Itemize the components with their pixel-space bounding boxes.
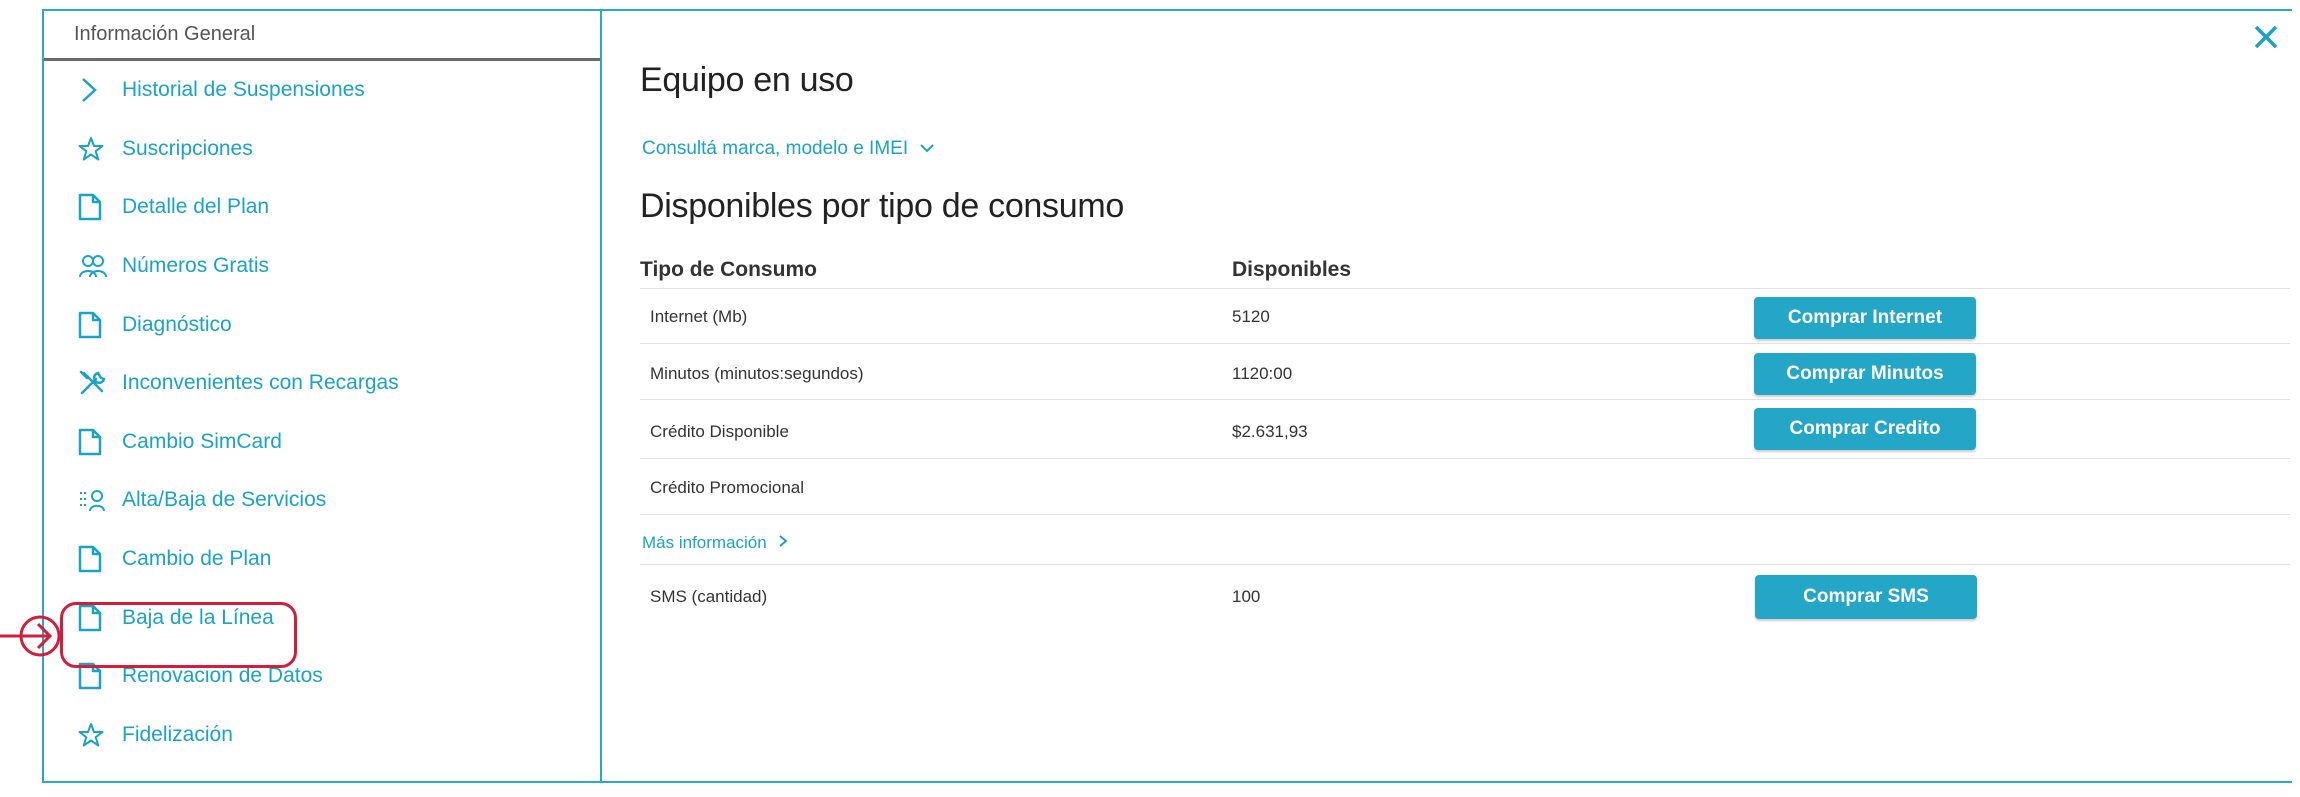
document-icon [78,310,114,340]
document-icon [78,192,114,222]
sidebar-item-label: Inconvenientes con Recargas [122,371,399,395]
sidebar-item-label: Fidelización [122,722,233,746]
table-row: SMS (cantidad) 100 Comprar SMS [640,564,2290,623]
close-icon[interactable] [2250,21,2282,53]
row-type: Minutos (minutos:segundos) [650,364,864,383]
table-row: Internet (Mb) 5120 Comprar Internet [640,288,2290,344]
sidebar-item-diagnostico[interactable]: Diagnóstico [44,295,600,354]
star-icon [78,134,114,164]
sidebar-item-label: Diagnóstico [122,312,232,336]
buy-internet-button[interactable]: Comprar Internet [1754,297,1976,339]
sidebar-item-cambio-plan[interactable]: Cambio de Plan [44,530,600,589]
table-row: Minutos (minutos:segundos) 1120:00 Compr… [640,343,2290,400]
sidebar-item-label: Cambio de Plan [122,547,272,571]
panel-divider [600,9,602,783]
tools-icon [78,368,114,398]
device-title: Equipo en uso [640,61,854,99]
sidebar-item-label: Historial de Suspensiones [122,78,365,102]
sidebar-item-numeros-gratis[interactable]: Números Gratis [44,237,600,296]
row-value: 5120 [1232,307,1270,326]
sidebar-item-detalle-plan[interactable]: Detalle del Plan [44,178,600,237]
more-info-row: Más información [640,514,2290,565]
sidebar-item-label: Detalle del Plan [122,195,270,219]
table-row: Crédito Disponible $2.631,93 Comprar Cre… [640,399,2290,459]
chevron-down-icon [920,144,935,153]
main-panel: Equipo en uso Consultá marca, modelo e I… [640,11,2290,781]
buy-credit-button[interactable]: Comprar Credito [1754,408,1976,450]
device-info-link-label: Consultá marca, modelo e IMEI [642,138,909,159]
column-header-available: Disponibles [1232,258,1352,281]
buy-minutes-button[interactable]: Comprar Minutos [1754,353,1976,395]
row-type: Internet (Mb) [650,307,748,326]
row-value: $2.631,93 [1232,422,1308,441]
sidebar-item-label: Suscripciones [122,136,253,160]
buy-sms-button[interactable]: Comprar SMS [1755,575,1977,619]
sidebar-item-label: Cambio SimCard [122,429,282,453]
device-info-link[interactable]: Consultá marca, modelo e IMEI [642,138,935,160]
star-icon [78,720,114,750]
sidebar-item-historial-suspensiones[interactable]: Historial de Suspensiones [44,61,600,120]
column-header-type: Tipo de Consumo [640,258,817,281]
table-header: Tipo de Consumo Disponibles [640,254,2290,288]
sidebar-item-fidelizacion[interactable]: Fidelización [44,706,600,765]
more-info-link[interactable]: Más información [642,533,789,553]
table-row: Crédito Promocional [640,458,2290,515]
more-info-label: Más información [642,533,767,552]
chevron-right-icon [779,535,789,547]
sidebar-item-label: Alta/Baja de Servicios [122,488,327,512]
arrow-right-icon [0,615,61,657]
sidebar-item-alta-baja-servicios[interactable]: Alta/Baja de Servicios [44,471,600,530]
sidebar-header[interactable]: Información General [44,11,600,61]
sidebar-item-inconvenientes-recargas[interactable]: Inconvenientes con Recargas [44,354,600,413]
users-icon [78,251,114,281]
sidebar-item-label: Números Gratis [122,254,270,278]
document-icon [78,427,114,457]
row-type: SMS (cantidad) [650,587,768,606]
row-type: Crédito Promocional [650,478,805,497]
highlight-box [60,602,297,668]
consumption-title: Disponibles por tipo de consumo [640,187,1124,225]
document-icon [78,544,114,574]
row-value: 1120:00 [1232,364,1293,383]
row-type: Crédito Disponible [650,422,789,441]
sidebar-item-suscripciones[interactable]: Suscripciones [44,120,600,179]
chevron-right-icon [78,75,114,105]
services-icon [78,485,114,515]
sidebar-item-cambio-simcard[interactable]: Cambio SimCard [44,413,600,472]
row-value: 100 [1232,587,1261,606]
